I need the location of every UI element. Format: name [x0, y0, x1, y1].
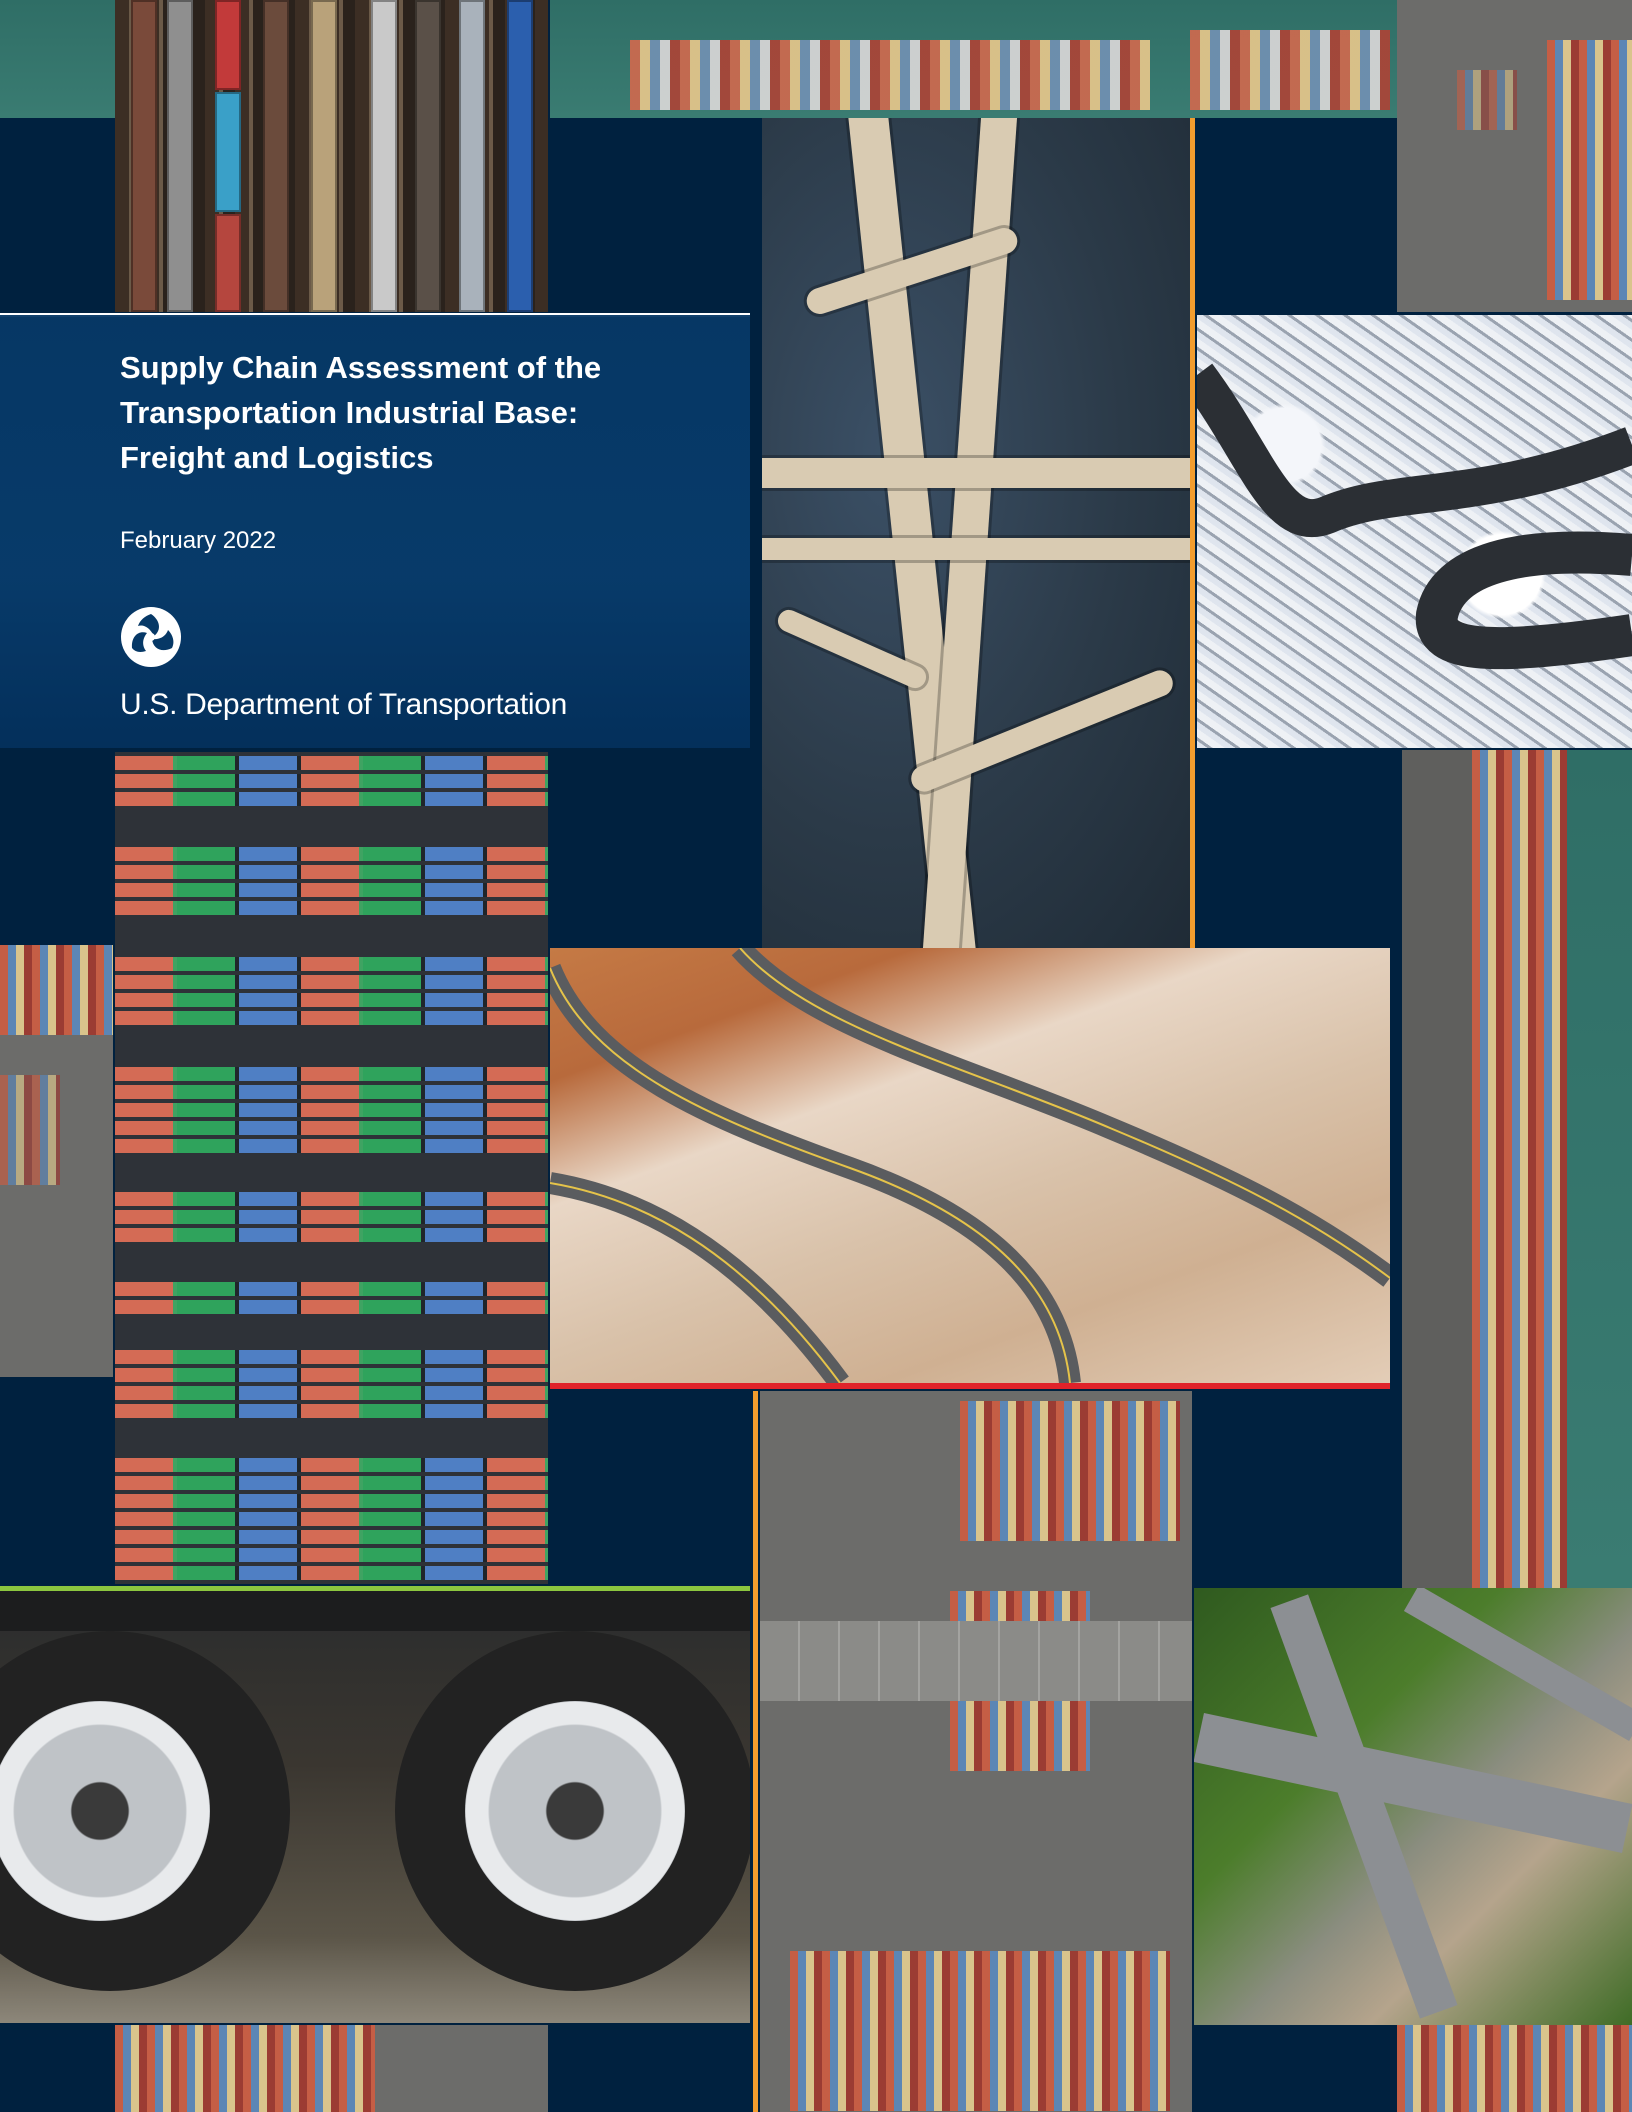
accent-bar-red [550, 1383, 1390, 1389]
title-line-2: Transportation Industrial Base: [120, 395, 579, 430]
wheel-rim-right [465, 1701, 685, 1921]
photo-port-bottom-right [1397, 2025, 1632, 2112]
photo-highway-interchange [762, 118, 1190, 948]
agency-name: U.S. Department of Transportation [120, 688, 567, 721]
photo-container-ship-top [550, 0, 1397, 118]
desert-road-curves [550, 948, 1390, 1383]
photo-desert-road [550, 948, 1390, 1383]
accent-bar-orange-left [753, 1391, 758, 2112]
dot-triskelion-icon [121, 607, 181, 667]
photo-container-yard [115, 752, 548, 1584]
title-line-1: Supply Chain Assessment of the [120, 350, 602, 385]
photo-snowy-road [1197, 315, 1632, 748]
photo-port-terminal [760, 1391, 1192, 2112]
photo-port-water-top-left [0, 0, 115, 118]
snowy-road-curve [1197, 363, 1632, 670]
photo-port-left-middle [0, 945, 113, 1377]
truck-frame [0, 1591, 750, 1631]
photo-roundabout-interchange [1194, 1588, 1632, 2025]
photo-truck-wheels [0, 1591, 750, 2023]
photo-port-bottom-left [115, 2025, 548, 2112]
publication-date: February 2022 [120, 527, 277, 554]
report-title: Supply Chain Assessment of the Transport… [120, 345, 720, 480]
photo-port-top-right [1397, 0, 1632, 312]
photo-rail-yard [115, 0, 548, 312]
accent-bar-orange-right [1190, 118, 1195, 948]
title-line-3: Freight and Logistics [120, 440, 434, 475]
quay-strip [1402, 750, 1472, 1588]
report-cover: Supply Chain Assessment of the Transport… [0, 0, 1632, 2112]
wheel-rim-left [0, 1701, 210, 1921]
parking-lanes [760, 1621, 1192, 1701]
photo-container-ship-right [1402, 750, 1632, 1588]
